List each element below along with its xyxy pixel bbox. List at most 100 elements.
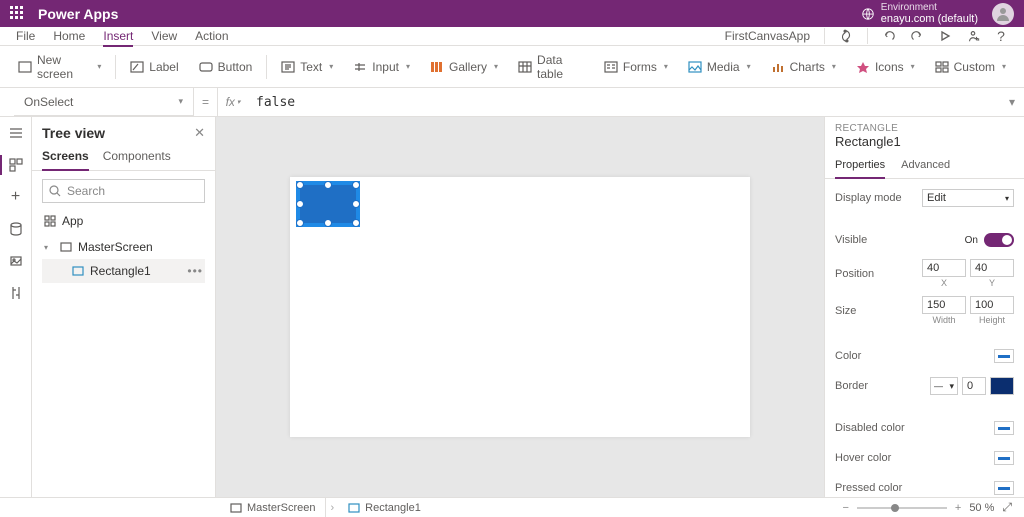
media-icon [688,60,702,74]
tree-screen-label: MasterScreen [78,240,153,254]
menu-insert[interactable]: Insert [103,27,133,47]
waffle-icon[interactable] [10,6,26,22]
tree-item-screen[interactable]: ▾ MasterScreen [42,235,205,259]
media-rail-icon[interactable] [8,253,24,269]
border-style-value: — [934,381,943,391]
formula-input[interactable]: false [248,88,1000,116]
resize-handle[interactable] [324,181,332,189]
hamburger-icon[interactable] [8,125,24,141]
pressed-color-swatch[interactable] [994,481,1014,495]
label-button[interactable]: Label [120,60,188,74]
icons-icon [856,60,870,74]
tree-title: Tree view [42,125,105,141]
project-name[interactable]: FirstCanvasApp [725,29,810,43]
breadcrumb-rect[interactable]: Rectangle1 [338,498,431,517]
resize-handle[interactable] [324,219,332,227]
tree-app-label: App [62,214,83,228]
position-x-input[interactable]: 40 [922,259,966,277]
display-mode-select[interactable]: Edit▾ [922,189,1014,207]
custom-menu[interactable]: Custom▾ [925,60,1016,74]
canvas-screen[interactable] [290,177,750,437]
environment-picker[interactable]: Environment enayu.com (default) [861,2,978,25]
gallery-menu[interactable]: Gallery▾ [420,60,508,74]
position-y-input[interactable]: 40 [970,259,1014,277]
menu-home[interactable]: Home [53,27,85,45]
tree-item-rectangle[interactable]: Rectangle1 ••• [42,259,205,283]
button-button[interactable]: Button [189,60,263,74]
resize-handle[interactable] [352,200,360,208]
app-checker-icon[interactable] [839,29,853,43]
undo-icon[interactable] [882,29,896,43]
help-icon[interactable]: ? [994,29,1008,43]
input-menu[interactable]: Input▾ [343,60,420,74]
control-name[interactable]: Rectangle1 [825,134,1024,155]
share-icon[interactable] [966,29,980,43]
person-icon [995,6,1011,22]
tree-item-app[interactable]: App [42,209,205,233]
advanced-tools-icon[interactable] [8,285,24,301]
tab-screens[interactable]: Screens [42,145,89,171]
text-menu[interactable]: Text▾ [271,60,343,74]
resize-handle[interactable] [352,181,360,189]
control-type: RECTANGLE [825,117,1024,134]
breadcrumb-screen[interactable]: MasterScreen [220,498,326,517]
chevron-down-icon[interactable]: ▾ [44,243,54,252]
data-icon[interactable] [8,221,24,237]
custom-icon [935,60,949,74]
tab-components[interactable]: Components [103,145,171,170]
x-sub: X [922,278,966,288]
avatar[interactable] [992,3,1014,25]
play-icon[interactable] [938,29,952,43]
menu-action[interactable]: Action [195,27,228,45]
more-icon[interactable]: ••• [187,264,203,278]
border-style-select[interactable]: —▾ [930,377,958,395]
resize-handle[interactable] [296,181,304,189]
border-color-swatch[interactable] [990,377,1014,395]
icons-menu[interactable]: Icons▾ [846,60,925,74]
resize-handle[interactable] [352,219,360,227]
media-menu[interactable]: Media▾ [678,60,761,74]
insert-ribbon: New screen▾ Label Button Text▾ Input▾ Ga… [0,46,1024,88]
h-sub: Height [970,315,1014,325]
width-input[interactable]: 150 [922,296,966,314]
resize-handle[interactable] [296,200,304,208]
icons-label: Icons [875,60,904,74]
environment-icon [861,7,875,21]
redo-icon[interactable] [910,29,924,43]
zoom-in-button[interactable]: + [955,502,961,514]
color-swatch[interactable] [994,349,1014,363]
disabled-color-swatch[interactable] [994,421,1014,435]
canvas-area[interactable] [216,117,824,497]
charts-menu[interactable]: Charts▾ [761,60,846,74]
close-icon[interactable]: ✕ [194,125,205,141]
hover-color-swatch[interactable] [994,451,1014,465]
search-input[interactable]: Search [42,179,205,203]
fullscreen-icon[interactable]: ⤢ [1002,500,1012,515]
border-width-input[interactable]: 0 [962,377,986,395]
property-dropdown[interactable]: OnSelect ▾ [14,88,194,116]
text-icon [281,60,295,74]
tree-view-icon[interactable] [8,157,24,173]
properties-panel: RECTANGLE Rectangle1 Properties Advanced… [824,117,1024,497]
new-screen-button[interactable]: New screen▾ [8,53,111,81]
height-input[interactable]: 100 [970,296,1014,314]
resize-handle[interactable] [296,219,304,227]
fx-button[interactable]: fx▾ [218,88,248,116]
add-icon[interactable]: + [8,189,24,205]
expand-formula-icon[interactable]: ▾ [1000,88,1024,116]
visible-toggle[interactable] [984,233,1014,247]
zoom-slider[interactable] [857,507,947,509]
tab-properties[interactable]: Properties [835,155,885,179]
menu-view[interactable]: View [151,27,177,45]
custom-label: Custom [954,60,995,74]
screen-icon [60,241,72,253]
menu-file[interactable]: File [16,27,35,45]
datatable-button[interactable]: Data table [508,53,594,81]
zoom-out-button[interactable]: − [842,502,848,514]
screen-icon [230,503,242,513]
selected-rectangle[interactable] [296,181,360,227]
tab-advanced[interactable]: Advanced [901,155,950,178]
forms-menu[interactable]: Forms▾ [594,60,678,74]
label-position: Position [835,268,874,280]
environment-label: Environment [881,2,978,13]
